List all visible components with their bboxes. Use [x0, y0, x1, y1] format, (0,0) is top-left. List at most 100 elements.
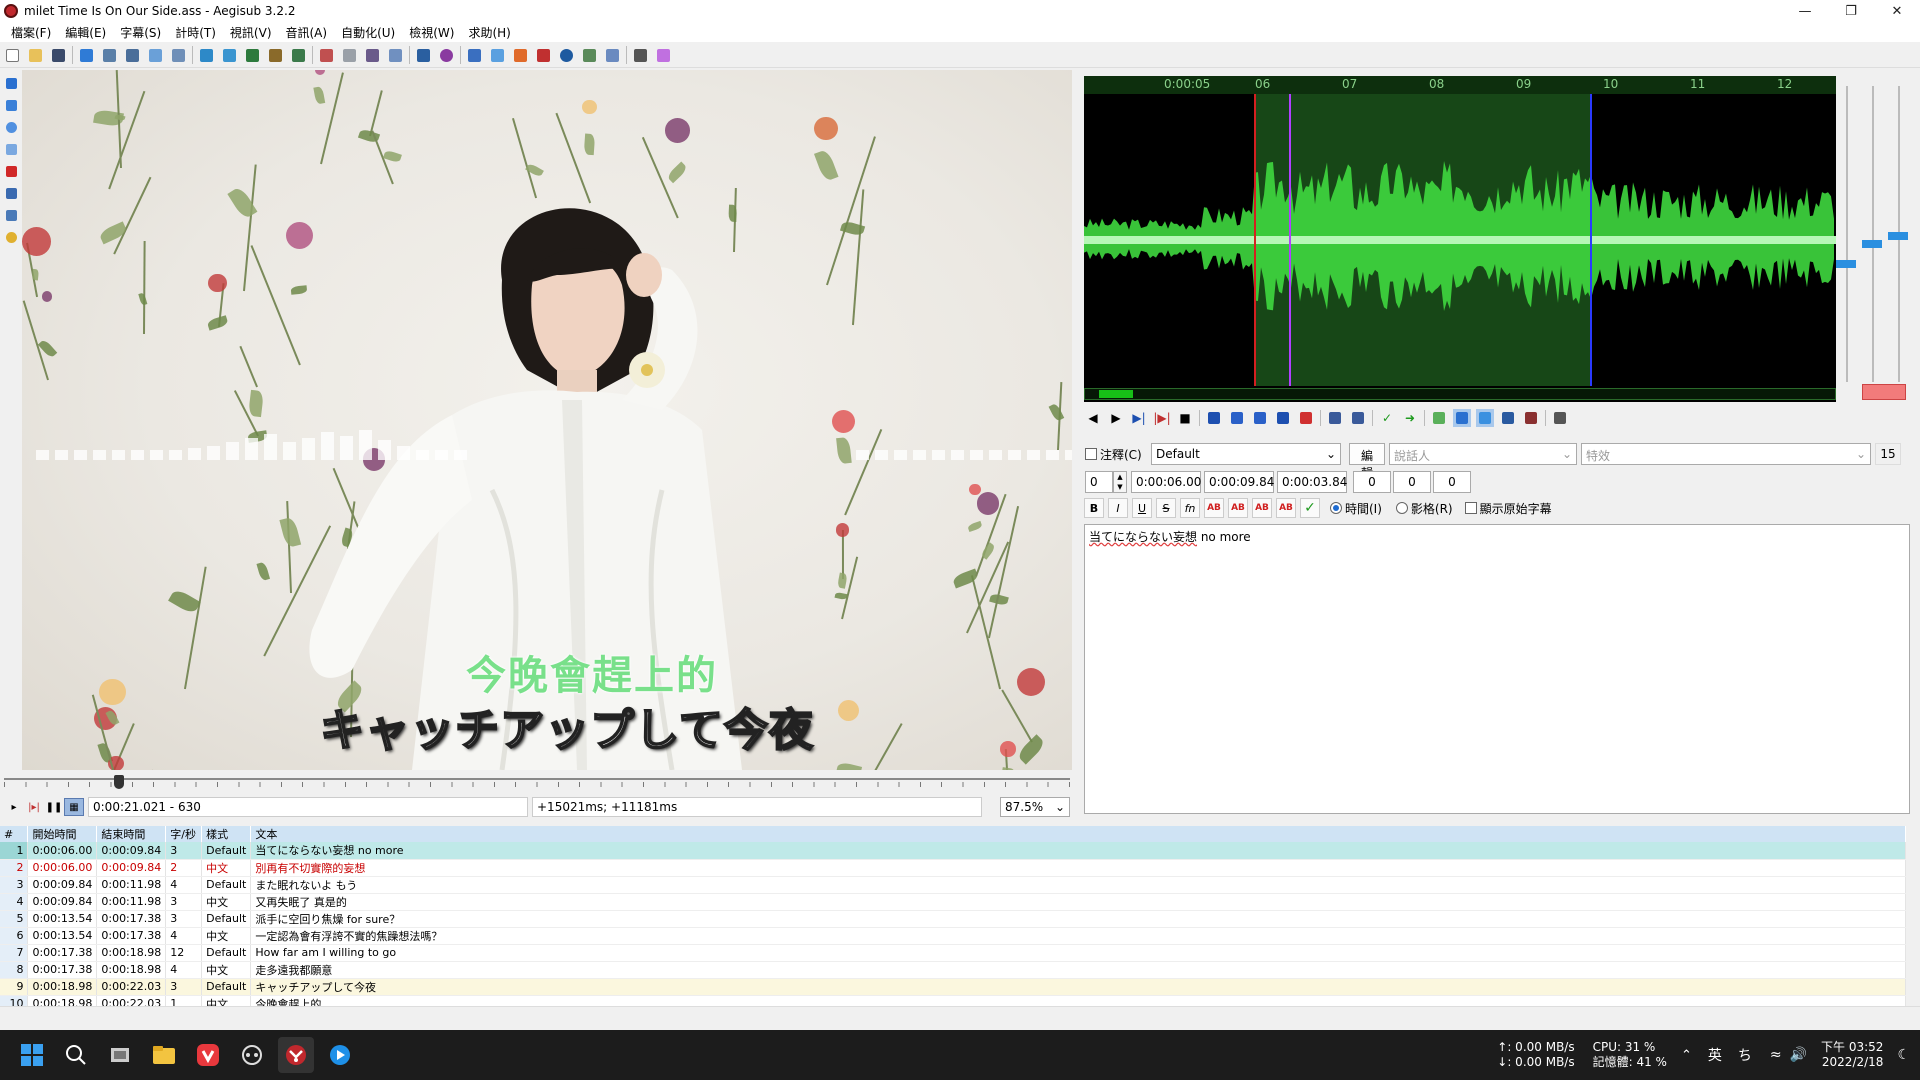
auto-next-icon[interactable]	[1453, 409, 1471, 427]
comment-checkbox[interactable]: 注釋(C)	[1085, 446, 1143, 463]
effect-select[interactable]: 特效 ⌄	[1581, 443, 1871, 465]
leadout-icon[interactable]	[1349, 409, 1367, 427]
seek-thumb[interactable]	[114, 775, 124, 789]
open-video-icon[interactable]	[197, 46, 215, 64]
wifi-icon[interactable]: ≈	[1770, 1047, 1782, 1063]
ime-indicator[interactable]: 英	[1708, 1045, 1722, 1065]
search-icon[interactable]	[58, 1037, 94, 1073]
start-time-field[interactable]: 0:00:06.00	[1131, 471, 1201, 493]
edit-style-button[interactable]: 編輯	[1349, 443, 1385, 480]
fonts-collector-icon[interactable]	[340, 46, 358, 64]
table-row[interactable]: 5 0:00:13.54 0:00:17.38 3 Default 派手に空回り焦燥 fo…	[0, 910, 1906, 928]
properties-icon[interactable]	[243, 46, 261, 64]
bold-button[interactable]: B	[1084, 498, 1104, 518]
margin-right-field[interactable]: 0	[1393, 471, 1431, 493]
start-icon[interactable]	[14, 1037, 50, 1073]
vivaldi-browser-icon[interactable]	[190, 1037, 226, 1073]
vertical-zoom-slider[interactable]	[1862, 240, 1882, 248]
check-spelling-icon[interactable]	[603, 46, 621, 64]
table-row[interactable]: 4 0:00:09.84 0:00:11.98 3 中文 又再失眠了 真是的	[0, 893, 1906, 911]
frame-radio[interactable]: 影格(R)	[1395, 500, 1453, 517]
audio-scroll-knob[interactable]	[1099, 390, 1133, 398]
play-before-icon[interactable]	[1205, 409, 1223, 427]
leadin-icon[interactable]	[1326, 409, 1344, 427]
table-row[interactable]: 9 0:00:18.98 0:00:22.03 3 Default キャッチアップして今夜	[0, 978, 1906, 996]
underline-button[interactable]: U	[1132, 498, 1152, 518]
styles-manager-icon[interactable]	[266, 46, 284, 64]
link-sliders-button[interactable]	[1862, 384, 1906, 400]
play-last-icon[interactable]	[1251, 409, 1269, 427]
timing-postprocessor-icon[interactable]	[488, 46, 506, 64]
karaoke-icon[interactable]	[1522, 409, 1540, 427]
rotate-xy-tool-icon[interactable]	[3, 141, 19, 157]
help-icon[interactable]	[3, 229, 19, 245]
tag-hide-icon[interactable]	[654, 46, 672, 64]
shadow-color-button[interactable]: AB	[1276, 498, 1296, 518]
layer-field[interactable]: 0	[1085, 471, 1113, 493]
jump-to-icon[interactable]	[77, 46, 95, 64]
paste-lines-icon[interactable]	[169, 46, 187, 64]
auto-scroll-icon[interactable]: ▦	[64, 798, 84, 816]
go-to-next-icon[interactable]: ➜	[1401, 409, 1419, 427]
minimize-button[interactable]: —	[1782, 0, 1828, 22]
play-first-icon[interactable]	[1228, 409, 1246, 427]
margin-left-field[interactable]: 0	[1353, 471, 1391, 493]
layer-spinner[interactable]: ▲ ▼	[1113, 471, 1127, 493]
duration-field[interactable]: 0:00:03.84	[1277, 471, 1347, 493]
video-zoom-select[interactable]: 87.5% ⌄	[1000, 797, 1070, 817]
menu-video[interactable]: 視訊(V)	[223, 24, 279, 41]
auto-commit-icon[interactable]	[1430, 409, 1448, 427]
prev-line-icon[interactable]: ◀	[1084, 409, 1102, 427]
video-seek-slider[interactable]	[4, 772, 1070, 792]
translation-assistant-icon[interactable]	[580, 46, 598, 64]
italic-button[interactable]: I	[1108, 498, 1128, 518]
selection-start-marker[interactable]	[1254, 94, 1256, 386]
find-icon[interactable]	[100, 46, 118, 64]
play-after-icon[interactable]	[1274, 409, 1292, 427]
aegisub-taskbar-icon[interactable]	[278, 1037, 314, 1073]
automation-icon[interactable]	[414, 46, 432, 64]
tray-overflow-icon[interactable]: ⌃	[1681, 1048, 1692, 1063]
play-line-icon[interactable]: |▸|	[24, 798, 44, 816]
time-radio[interactable]: 時間(I)	[1330, 500, 1382, 517]
rotate-z-tool-icon[interactable]	[3, 119, 19, 135]
menu-help[interactable]: 求助(H)	[461, 24, 517, 41]
menu-file[interactable]: 檔案(F)	[4, 24, 58, 41]
table-row[interactable]: 2 0:00:06.00 0:00:09.84 2 中文 別再有不切實際的妄想	[0, 859, 1906, 877]
task-view-icon[interactable]	[102, 1037, 138, 1073]
clock[interactable]: 下午 03:52 2022/2/18	[1821, 1040, 1883, 1070]
secondary-color-button[interactable]: AB	[1228, 498, 1248, 518]
table-row[interactable]: 6 0:00:13.54 0:00:17.38 4 中文 一定認為會有浮誇不實的焦躁想法嗎…	[0, 927, 1906, 945]
subtitle-grid[interactable]: # 開始時間 結束時間 字/秒 樣式 文本 1 0:00:06.00 0:00:09…	[0, 826, 1906, 1006]
save-file-icon[interactable]	[49, 46, 67, 64]
ime-mode-icon[interactable]: ち	[1738, 1045, 1752, 1065]
grid-scrollbar[interactable]	[1906, 826, 1920, 1006]
menu-automation[interactable]: 自動化(U)	[334, 24, 402, 41]
audio-scrollbar[interactable]	[1084, 388, 1836, 400]
commit-check-icon[interactable]: ✓	[1378, 409, 1396, 427]
subtitle-text-editor[interactable]: 当てにならない妄想 no more	[1084, 524, 1910, 814]
show-original-checkbox[interactable]: 顯示原始字幕	[1464, 500, 1552, 517]
file-explorer-icon[interactable]	[146, 1037, 182, 1073]
pause-icon[interactable]: ❚❚	[44, 798, 64, 816]
volume-icon[interactable]: 🔊	[1790, 1047, 1807, 1063]
kanji-icon[interactable]	[511, 46, 529, 64]
play-to-end-icon[interactable]	[1297, 409, 1315, 427]
resample-icon[interactable]	[289, 46, 307, 64]
media-player-icon[interactable]	[322, 1037, 358, 1073]
menu-timing[interactable]: 計時(T)	[168, 24, 223, 41]
kanji-timer-icon[interactable]	[437, 46, 455, 64]
video-display[interactable]: 今晚會趕上的 キャッチアップして今夜	[22, 70, 1072, 770]
auto-scroll-icon[interactable]	[1476, 409, 1494, 427]
spellcheck-icon[interactable]	[386, 46, 404, 64]
close-button[interactable]: ✕	[1874, 0, 1920, 22]
primary-color-button[interactable]: AB	[1204, 498, 1224, 518]
vector-clip-tool-icon[interactable]	[3, 207, 19, 223]
play-line-icon[interactable]: |▶|	[1153, 409, 1171, 427]
clock-icon[interactable]	[557, 46, 575, 64]
standard-tool-icon[interactable]	[3, 75, 19, 91]
drag-tool-icon[interactable]	[3, 97, 19, 113]
outline-color-button[interactable]: AB	[1252, 498, 1272, 518]
strikeout-button[interactable]: S	[1156, 498, 1176, 518]
find-replace-icon[interactable]	[123, 46, 141, 64]
